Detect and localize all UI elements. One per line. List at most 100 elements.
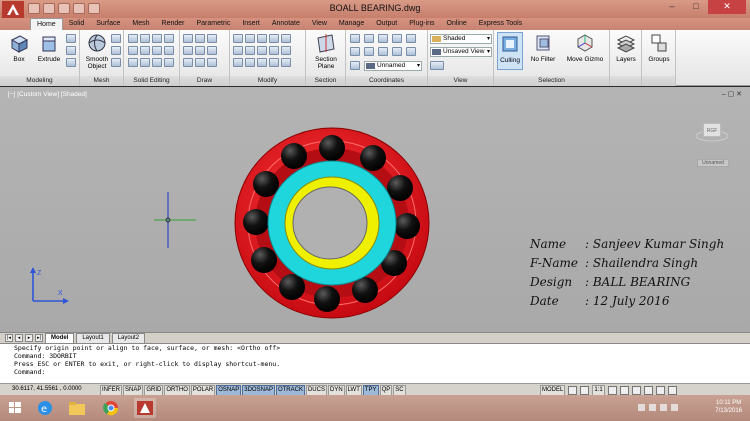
mesh-tool-icon[interactable]: [111, 34, 121, 43]
ucs-view-icon[interactable]: [378, 47, 388, 56]
battery-icon[interactable]: [660, 404, 667, 411]
culling-button[interactable]: Culling: [497, 32, 523, 70]
trim-icon[interactable]: [257, 34, 267, 43]
ucs-y-icon[interactable]: [406, 47, 416, 56]
autocad-taskbar-icon[interactable]: [134, 398, 156, 418]
annotation-visibility-icon[interactable]: [607, 386, 617, 395]
mesh-tool-icon[interactable]: [111, 58, 121, 67]
internet-explorer-icon[interactable]: e: [34, 398, 56, 418]
3d-mirror-icon[interactable]: [281, 46, 291, 55]
panel-title-view[interactable]: View: [428, 76, 493, 86]
tab-render[interactable]: Render: [156, 18, 191, 30]
extrude-faces-icon[interactable]: [140, 46, 150, 55]
panel-title-coordinates[interactable]: Coordinates: [346, 76, 427, 86]
scale-icon[interactable]: [245, 58, 255, 67]
command-input[interactable]: Command:: [14, 368, 750, 376]
array-icon[interactable]: [257, 58, 267, 67]
arc-icon[interactable]: [207, 34, 217, 43]
panel-title-groups[interactable]: [642, 76, 675, 86]
wcs-menu[interactable]: Unnamed: [697, 159, 729, 167]
polygon-icon[interactable]: [195, 58, 205, 67]
visual-style-combo[interactable]: Shaded ▾: [430, 34, 492, 44]
lock-icon[interactable]: [631, 386, 641, 395]
viewport-controls[interactable]: – ▢ ✕: [722, 90, 742, 98]
tab-annotate[interactable]: Annotate: [266, 18, 306, 30]
command-window[interactable]: Specify origin point or align to face, s…: [0, 343, 750, 383]
ucs-object-icon[interactable]: [350, 47, 360, 56]
line-icon[interactable]: [183, 34, 193, 43]
subtract-icon[interactable]: [128, 46, 138, 55]
prev-layout-icon[interactable]: ◂: [15, 334, 23, 342]
move-gizmo-button[interactable]: Move Gizmo: [564, 32, 606, 63]
tab-layout2[interactable]: Layout2: [111, 332, 146, 344]
union-icon[interactable]: [128, 34, 138, 43]
panel-title-layers[interactable]: [610, 76, 641, 86]
separate-icon[interactable]: [152, 34, 162, 43]
mesh-tool-icon[interactable]: [111, 46, 121, 55]
ucs-icon[interactable]: [350, 34, 360, 43]
tray-arrow-icon[interactable]: [638, 404, 645, 411]
sweep-icon[interactable]: [66, 46, 76, 55]
tab-model[interactable]: Model: [45, 332, 75, 344]
offset-edge-icon[interactable]: [164, 58, 174, 67]
shell-icon[interactable]: [152, 46, 162, 55]
tab-output[interactable]: Output: [370, 18, 403, 30]
next-layout-icon[interactable]: ▸: [25, 334, 33, 342]
panel-title-selection[interactable]: Selection: [494, 76, 609, 86]
interfere-icon[interactable]: [152, 58, 162, 67]
tab-solid[interactable]: Solid: [63, 18, 91, 30]
ucs-named-combo[interactable]: Unnamed ▾: [364, 61, 422, 71]
panel-title-draw[interactable]: Draw: [180, 76, 229, 86]
panel-title-modify[interactable]: Modify: [230, 76, 305, 86]
ellipse-icon[interactable]: [207, 58, 217, 67]
maximize-button[interactable]: □: [684, 0, 708, 14]
3d-move-icon[interactable]: [269, 34, 279, 43]
no-filter-button[interactable]: No Filter: [528, 32, 558, 63]
extrude-button[interactable]: Extrude: [34, 32, 64, 63]
smooth-object-button[interactable]: Smooth Object: [82, 32, 112, 70]
workspace-switch-icon[interactable]: [619, 386, 629, 395]
circle-icon[interactable]: [195, 46, 205, 55]
tab-surface[interactable]: Surface: [90, 18, 126, 30]
coordinate-readout[interactable]: 30.6117, 41.5561 , 0.0000: [12, 384, 82, 395]
loft-icon[interactable]: [66, 58, 76, 67]
quick-view-layouts-icon[interactable]: [568, 386, 578, 395]
panel-title-section[interactable]: Section: [306, 76, 345, 86]
tab-manage[interactable]: Manage: [333, 18, 370, 30]
presspull-icon[interactable]: [66, 34, 76, 43]
rectangle-icon[interactable]: [183, 58, 193, 67]
close-button[interactable]: ✕: [708, 0, 746, 14]
viewport-label[interactable]: [−] [Custom View] [Shaded]: [8, 91, 87, 98]
isolate-objects-icon[interactable]: [655, 386, 665, 395]
intersect-icon[interactable]: [128, 58, 138, 67]
tab-express-tools[interactable]: Express Tools: [473, 18, 528, 30]
taskbar-clock[interactable]: 10:11 PM 7/13/2016: [715, 399, 742, 415]
fillet-icon[interactable]: [257, 46, 267, 55]
mirror-icon[interactable]: [245, 46, 255, 55]
windows-start-icon[interactable]: [4, 398, 26, 418]
clean-screen-icon[interactable]: [667, 386, 677, 395]
slice-icon[interactable]: [164, 34, 174, 43]
erase-icon[interactable]: [269, 58, 279, 67]
panel-title-solid-editing[interactable]: Solid Editing: [124, 76, 179, 86]
ucs-x-icon[interactable]: [392, 47, 402, 56]
tab-online[interactable]: Online: [441, 18, 473, 30]
polyline-icon[interactable]: [195, 34, 205, 43]
quick-view-drawings-icon[interactable]: [580, 386, 590, 395]
file-explorer-icon[interactable]: [66, 398, 88, 418]
first-layout-icon[interactable]: |◂: [5, 334, 13, 342]
tab-insert[interactable]: Insert: [236, 18, 266, 30]
drawing-viewport[interactable]: [−] [Custom View] [Shaded] – ▢ ✕ RGF Unn…: [0, 87, 750, 332]
stretch-icon[interactable]: [233, 58, 243, 67]
3d-array-icon[interactable]: [281, 58, 291, 67]
viewport-config-icon[interactable]: [430, 61, 444, 70]
box-button[interactable]: Box: [4, 32, 34, 63]
rotate-icon[interactable]: [245, 34, 255, 43]
minimize-button[interactable]: –: [660, 0, 684, 14]
ucs-origin-icon[interactable]: [378, 34, 388, 43]
last-layout-icon[interactable]: ▸|: [35, 334, 43, 342]
ucs-z-icon[interactable]: [392, 34, 402, 43]
layers-button[interactable]: Layers: [611, 32, 641, 63]
tab-plugins[interactable]: Plug-ins: [403, 18, 440, 30]
panel-title-mesh[interactable]: Mesh: [80, 76, 123, 86]
